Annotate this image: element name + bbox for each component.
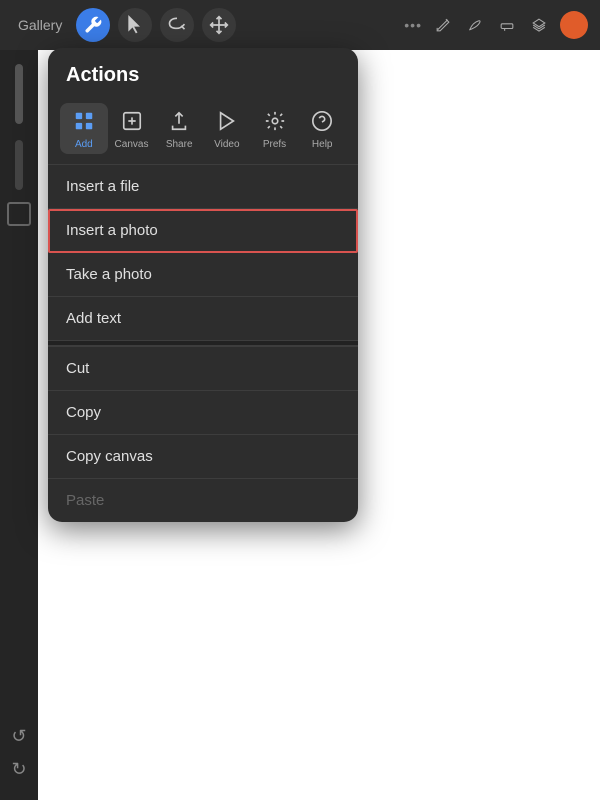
panel-title: Actions [48, 48, 358, 97]
lasso-icon [167, 15, 187, 35]
sidebar-bottom-actions: ↺ ↻ [11, 726, 26, 780]
gallery-button[interactable]: Gallery [12, 13, 68, 37]
tab-video[interactable]: Video [203, 103, 251, 154]
tab-help[interactable]: Help [298, 103, 346, 154]
eraser-tool-icon[interactable] [496, 14, 518, 36]
paste-item[interactable]: Paste [48, 479, 358, 522]
add-tab-icon [70, 107, 98, 135]
copy-canvas-item[interactable]: Copy canvas [48, 435, 358, 479]
cut-item[interactable]: Cut [48, 347, 358, 391]
toolbar-left: Gallery [12, 8, 236, 42]
share-tab-label: Share [166, 139, 193, 150]
toolbar-right: ••• [404, 11, 588, 39]
take-photo-item[interactable]: Take a photo [48, 253, 358, 297]
tab-share[interactable]: Share [155, 103, 203, 154]
canvas-tab-icon [118, 107, 146, 135]
video-tab-icon [213, 107, 241, 135]
insert-section: Insert a file Insert a photo Take a phot… [48, 164, 358, 340]
brush-size-slider[interactable] [15, 64, 23, 124]
undo-button[interactable]: ↺ [11, 726, 26, 747]
top-toolbar: Gallery [0, 0, 600, 50]
wrench-icon [83, 15, 103, 35]
opacity-slider[interactable] [15, 140, 23, 190]
cursor-icon [125, 15, 145, 35]
share-tab-icon [165, 107, 193, 135]
prefs-tab-label: Prefs [263, 139, 286, 150]
selection-icon-button[interactable] [160, 8, 194, 42]
add-text-item[interactable]: Add text [48, 297, 358, 340]
left-sidebar: ↺ ↻ [0, 50, 38, 800]
color-picker-button[interactable] [560, 11, 588, 39]
smudge-tool-icon[interactable] [464, 14, 486, 36]
insert-file-item[interactable]: Insert a file [48, 165, 358, 209]
help-tab-icon [308, 107, 336, 135]
actions-panel: Actions Add Can [48, 48, 358, 522]
move-icon [209, 15, 229, 35]
actions-icon-button[interactable] [76, 8, 110, 42]
copy-item[interactable]: Copy [48, 391, 358, 435]
layer-thumbnail[interactable] [7, 202, 31, 226]
prefs-tab-icon [261, 107, 289, 135]
help-tab-label: Help [312, 139, 333, 150]
layers-tool-icon[interactable] [528, 14, 550, 36]
tab-prefs[interactable]: Prefs [251, 103, 299, 154]
clipboard-section: Cut Copy Copy canvas Paste [48, 346, 358, 522]
pencil-tool-icon[interactable] [432, 14, 454, 36]
modify-icon-button[interactable] [118, 8, 152, 42]
panel-tabs: Add Canvas Share [48, 97, 358, 164]
more-options-button[interactable]: ••• [404, 17, 422, 33]
redo-button[interactable]: ↻ [11, 759, 26, 780]
insert-photo-item[interactable]: Insert a photo [48, 209, 358, 253]
tab-add[interactable]: Add [60, 103, 108, 154]
tab-canvas[interactable]: Canvas [108, 103, 156, 154]
transform-icon-button[interactable] [202, 8, 236, 42]
add-tab-label: Add [75, 139, 93, 150]
video-tab-label: Video [214, 139, 239, 150]
canvas-tab-label: Canvas [115, 139, 149, 150]
